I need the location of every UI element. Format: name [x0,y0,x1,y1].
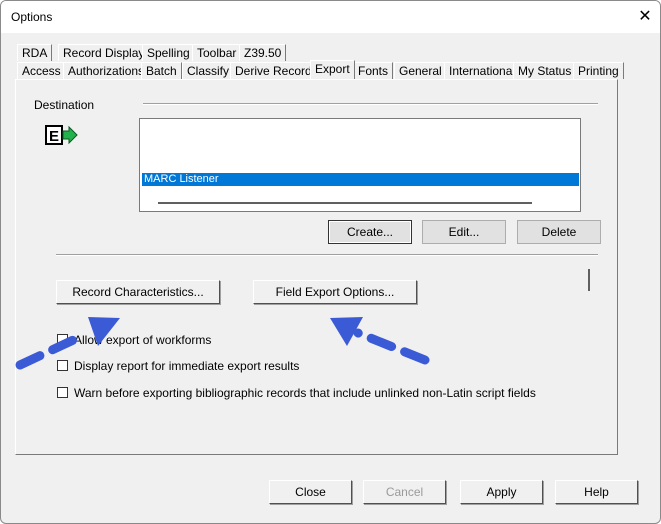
tab-derive-record[interactable]: Derive Record [230,62,317,79]
field-export-options-button[interactable]: Field Export Options... [253,280,417,304]
listbox-vertical-scrollbar[interactable] [588,269,590,291]
close-button[interactable]: Close [269,480,352,504]
tab-my-status[interactable]: My Status [513,62,577,79]
tab-authorizations[interactable]: Authorizations [63,62,150,79]
display-report-label: Display report for immediate export resu… [74,359,300,373]
tab-printing[interactable]: Printing [573,62,624,79]
tab-toolbar[interactable]: Toolbar [192,44,242,61]
options-dialog: Options ✕ RDA Record Display Spelling To… [0,0,661,524]
cancel-button[interactable]: Cancel [363,480,446,504]
help-button[interactable]: Help [555,480,638,504]
destination-divider [143,103,598,105]
tab-spelling[interactable]: Spelling [142,44,195,61]
allow-workforms-checkbox[interactable] [57,334,68,345]
tab-batch[interactable]: Batch [141,62,182,79]
destination-listbox[interactable]: MARC Listener [139,118,590,291]
warn-non-latin-checkbox[interactable] [57,387,68,398]
apply-button[interactable]: Apply [460,480,543,504]
destination-label: Destination [34,98,95,112]
tab-access[interactable]: Access [17,62,66,79]
listbox-horizontal-scrollbar[interactable] [158,202,532,204]
edit-button[interactable]: Edit... [422,220,506,244]
tab-fonts[interactable]: Fonts [353,62,394,79]
tab-record-display[interactable]: Record Display [58,44,150,61]
create-button[interactable]: Create... [328,220,412,244]
display-report-checkbox[interactable] [57,360,68,371]
destination-selected-item[interactable]: MARC Listener [142,173,579,186]
export-icon-letter: E [49,128,59,145]
tab-classify[interactable]: Classify [182,62,235,79]
allow-workforms-label: Allow export of workforms [74,333,212,347]
delete-button[interactable]: Delete [517,220,601,244]
export-destination-icon: E [45,125,78,145]
close-icon[interactable]: ✕ [631,5,659,29]
warn-non-latin-label: Warn before exporting bibliographic reco… [74,386,536,400]
record-characteristics-button[interactable]: Record Characteristics... [56,280,220,304]
tab-rda[interactable]: RDA [17,44,53,61]
tab-export[interactable]: Export [310,60,355,79]
tab-international[interactable]: International [444,62,521,79]
tab-z3950[interactable]: Z39.50 [239,44,287,61]
title-bar: Options ✕ [1,1,660,33]
tab-general[interactable]: General [394,62,447,79]
section-divider [56,254,598,256]
window-title: Options [11,10,53,24]
